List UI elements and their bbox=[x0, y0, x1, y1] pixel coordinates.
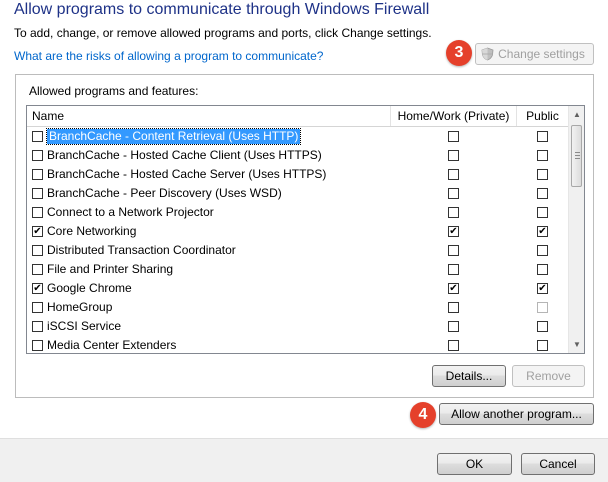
public-network-checkbox[interactable] bbox=[537, 188, 548, 199]
private-network-checkbox[interactable] bbox=[448, 245, 459, 256]
private-network-checkbox[interactable] bbox=[448, 131, 459, 142]
public-network-checkbox[interactable] bbox=[537, 207, 548, 218]
remove-button[interactable]: Remove bbox=[512, 365, 585, 387]
risks-link[interactable]: What are the risks of allowing a program… bbox=[14, 49, 323, 63]
vertical-scrollbar[interactable]: ▲ ▼ bbox=[568, 106, 584, 353]
instructions-text: To add, change, or remove allowed progra… bbox=[14, 26, 432, 40]
step-badge-4: 4 bbox=[410, 402, 436, 428]
table-row[interactable]: BranchCache - Content Retrieval (Uses HT… bbox=[27, 127, 568, 146]
program-name: Google Chrome bbox=[47, 281, 132, 295]
public-network-checkbox[interactable] bbox=[537, 321, 548, 332]
program-enabled-checkbox[interactable] bbox=[32, 207, 43, 218]
program-enabled-checkbox[interactable] bbox=[32, 321, 43, 332]
table-row[interactable]: File and Printer Sharing bbox=[27, 260, 568, 279]
program-enabled-checkbox[interactable] bbox=[32, 340, 43, 351]
column-header-public[interactable]: Public bbox=[516, 106, 568, 126]
scroll-thumb[interactable] bbox=[571, 125, 582, 187]
uac-shield-icon bbox=[481, 47, 494, 67]
public-network-checkbox[interactable] bbox=[537, 264, 548, 275]
cancel-button[interactable]: Cancel bbox=[521, 453, 595, 475]
column-header-private[interactable]: Home/Work (Private) bbox=[390, 106, 516, 126]
program-name: Connect to a Network Projector bbox=[47, 205, 214, 219]
table-row[interactable]: BranchCache - Peer Discovery (Uses WSD) bbox=[27, 184, 568, 203]
change-settings-button[interactable]: Change settings bbox=[475, 43, 594, 65]
list-header: Name Home/Work (Private) Public bbox=[27, 106, 568, 127]
private-network-checkbox[interactable] bbox=[448, 264, 459, 275]
program-enabled-checkbox[interactable] bbox=[32, 150, 43, 161]
column-header-name[interactable]: Name bbox=[32, 106, 64, 126]
private-network-checkbox[interactable] bbox=[448, 321, 459, 332]
scroll-down-icon[interactable]: ▼ bbox=[569, 336, 584, 353]
private-network-checkbox[interactable] bbox=[448, 340, 459, 351]
table-row[interactable]: iSCSI Service bbox=[27, 317, 568, 336]
program-name: BranchCache - Content Retrieval (Uses HT… bbox=[45, 128, 302, 145]
public-network-checkbox[interactable] bbox=[537, 245, 548, 256]
public-network-checkbox[interactable]: ✔ bbox=[537, 283, 548, 294]
table-row[interactable]: Distributed Transaction Coordinator bbox=[27, 241, 568, 260]
program-enabled-checkbox[interactable] bbox=[32, 188, 43, 199]
list-rows: BranchCache - Content Retrieval (Uses HT… bbox=[27, 127, 568, 353]
private-network-checkbox[interactable] bbox=[448, 150, 459, 161]
allowed-programs-group: Allowed programs and features: Name Home… bbox=[15, 74, 594, 398]
step-badge-3: 3 bbox=[446, 40, 472, 66]
public-network-checkbox[interactable] bbox=[537, 131, 548, 142]
allow-another-program-button[interactable]: Allow another program... bbox=[439, 403, 594, 425]
program-enabled-checkbox[interactable]: ✔ bbox=[32, 283, 43, 294]
public-network-checkbox[interactable] bbox=[537, 340, 548, 351]
public-network-checkbox[interactable] bbox=[537, 169, 548, 180]
private-network-checkbox[interactable]: ✔ bbox=[448, 226, 459, 237]
table-row[interactable]: ✔ Core Networking ✔ ✔ bbox=[27, 222, 568, 241]
group-title: Allowed programs and features: bbox=[29, 84, 199, 98]
allowed-programs-list[interactable]: Name Home/Work (Private) Public BranchCa… bbox=[26, 105, 585, 354]
public-network-checkbox[interactable] bbox=[537, 302, 548, 313]
table-row[interactable]: Media Center Extenders bbox=[27, 336, 568, 353]
private-network-checkbox[interactable] bbox=[448, 188, 459, 199]
public-network-checkbox[interactable]: ✔ bbox=[537, 226, 548, 237]
ok-button[interactable]: OK bbox=[437, 453, 512, 475]
change-settings-label: Change settings bbox=[498, 47, 585, 61]
table-row[interactable]: HomeGroup bbox=[27, 298, 568, 317]
private-network-checkbox[interactable] bbox=[448, 169, 459, 180]
program-name: BranchCache - Hosted Cache Server (Uses … bbox=[47, 167, 327, 181]
scroll-up-icon[interactable]: ▲ bbox=[569, 106, 584, 123]
program-name: BranchCache - Peer Discovery (Uses WSD) bbox=[47, 186, 282, 200]
program-name: Core Networking bbox=[47, 224, 137, 238]
program-enabled-checkbox[interactable] bbox=[32, 245, 43, 256]
table-row[interactable]: ✔ Google Chrome ✔ ✔ bbox=[27, 279, 568, 298]
private-network-checkbox[interactable] bbox=[448, 207, 459, 218]
program-enabled-checkbox[interactable]: ✔ bbox=[32, 226, 43, 237]
program-enabled-checkbox[interactable] bbox=[32, 131, 43, 142]
program-enabled-checkbox[interactable] bbox=[32, 302, 43, 313]
program-enabled-checkbox[interactable] bbox=[32, 264, 43, 275]
program-name: Distributed Transaction Coordinator bbox=[47, 243, 236, 257]
details-button[interactable]: Details... bbox=[432, 365, 506, 387]
private-network-checkbox[interactable]: ✔ bbox=[448, 283, 459, 294]
program-name: iSCSI Service bbox=[47, 319, 122, 333]
program-name: BranchCache - Hosted Cache Client (Uses … bbox=[47, 148, 322, 162]
program-name: HomeGroup bbox=[47, 300, 113, 314]
table-row[interactable]: BranchCache - Hosted Cache Client (Uses … bbox=[27, 146, 568, 165]
dialog-footer: OK Cancel bbox=[0, 438, 608, 482]
table-row[interactable]: BranchCache - Hosted Cache Server (Uses … bbox=[27, 165, 568, 184]
public-network-checkbox[interactable] bbox=[537, 150, 548, 161]
private-network-checkbox[interactable] bbox=[448, 302, 459, 313]
program-name: Media Center Extenders bbox=[47, 338, 177, 352]
program-name: File and Printer Sharing bbox=[47, 262, 174, 276]
program-enabled-checkbox[interactable] bbox=[32, 169, 43, 180]
page-title: Allow programs to communicate through Wi… bbox=[14, 1, 430, 18]
table-row[interactable]: Connect to a Network Projector bbox=[27, 203, 568, 222]
